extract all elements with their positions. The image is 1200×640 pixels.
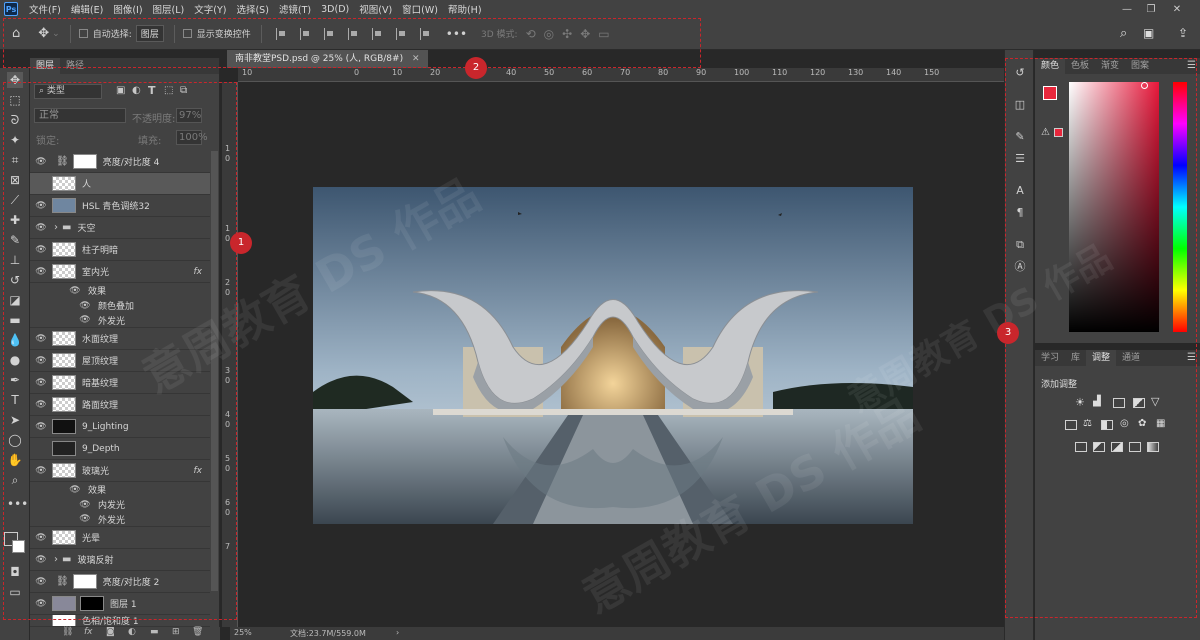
menu-3d[interactable]: 3D(D) — [316, 4, 354, 15]
horizontal-ruler: 10 0 10 20 30 40 50 60 70 80 90 100 110 … — [238, 68, 1004, 82]
canvas-image[interactable] — [313, 187, 913, 524]
menu-window[interactable]: 窗口(W) — [397, 2, 443, 16]
new-group-icon[interactable]: ▬ — [150, 627, 159, 637]
menu-select[interactable]: 选择(S) — [231, 2, 273, 16]
ruler-label: 60 — [582, 68, 593, 77]
minimize-icon[interactable]: — — [1116, 0, 1138, 18]
ruler-label: 80 — [658, 68, 669, 77]
ruler-label: 120 — [810, 68, 826, 77]
ruler-label: 40 — [506, 68, 517, 77]
new-adjustment-icon[interactable]: ◐ — [128, 627, 136, 637]
ruler-label: 20 — [430, 68, 441, 77]
ruler-label: 10 — [242, 68, 253, 77]
workspace-icon[interactable]: ▣ — [1143, 26, 1154, 40]
menu-filter[interactable]: 滤镜(T) — [274, 2, 316, 16]
menu-bar: Ps 文件(F) 编辑(E) 图像(I) 图层(L) 文字(Y) 选择(S) 滤… — [0, 0, 1200, 18]
photoshop-app-icon[interactable]: Ps — [4, 2, 18, 16]
menu-view[interactable]: 视图(V) — [354, 2, 397, 16]
close-icon[interactable]: ✕ — [1166, 0, 1188, 18]
menu-image[interactable]: 图像(I) — [108, 2, 147, 16]
ruler-label: 140 — [886, 68, 902, 77]
ruler-label: 100 — [734, 68, 750, 77]
restore-icon[interactable]: ❐ — [1140, 0, 1162, 18]
ruler-label: 90 — [696, 68, 707, 77]
annotation-box-panels — [1005, 58, 1197, 618]
menu-file[interactable]: 文件(F) — [24, 2, 66, 16]
link-layers-icon[interactable]: ⛓ — [62, 627, 73, 637]
ruler-label: 50 — [544, 68, 555, 77]
annotation-box-layers — [3, 82, 237, 620]
document-info[interactable]: 文档:23.7M/559.0M — [290, 628, 366, 639]
menu-edit[interactable]: 编辑(E) — [66, 2, 108, 16]
ruler-label: 150 — [924, 68, 940, 77]
new-layer-icon[interactable]: ⊞ — [172, 627, 180, 637]
ruler-label: 10 — [392, 68, 403, 77]
ruler-label: 70 — [620, 68, 631, 77]
annotation-box-options — [3, 18, 701, 68]
annotation-marker: 1 — [230, 232, 252, 254]
status-bar: 25% 文档:23.7M/559.0M › — [230, 627, 1004, 640]
status-chevron-icon[interactable]: › — [396, 628, 399, 637]
zoom-level[interactable]: 25% — [234, 628, 252, 637]
ruler-label: 110 — [772, 68, 788, 77]
ruler-label: 0 — [354, 68, 360, 77]
menu-help[interactable]: 帮助(H) — [443, 2, 487, 16]
search-icon[interactable]: ⌕ — [1120, 26, 1127, 41]
annotation-marker: 2 — [465, 57, 487, 79]
delete-layer-icon[interactable]: 🗑 — [192, 627, 203, 637]
share-icon[interactable]: ⇪ — [1178, 26, 1188, 40]
menu-type[interactable]: 文字(Y) — [189, 2, 231, 16]
menu-layer[interactable]: 图层(L) — [148, 2, 190, 16]
annotation-marker: 3 — [997, 322, 1019, 344]
add-style-icon[interactable]: fx — [84, 627, 93, 637]
ruler-label: 130 — [848, 68, 864, 77]
layers-footer: ⛓ fx ◙ ◐ ▬ ⊞ 🗑 — [30, 627, 220, 640]
add-mask-icon[interactable]: ◙ — [106, 627, 115, 637]
